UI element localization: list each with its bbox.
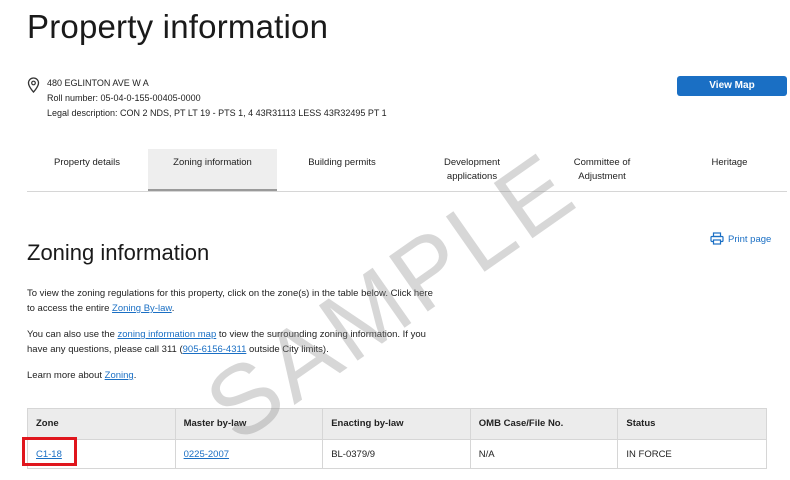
section-heading: Zoning information [27, 240, 210, 265]
tab-label: Zoning information [173, 157, 252, 168]
tab-development-applications[interactable]: Development applications [407, 149, 537, 191]
text: to access the entire [27, 303, 113, 314]
tab-label: Property details [53, 157, 120, 168]
property-summary: 480 EGLINTON AVE W A Roll number: 05-04-… [27, 76, 387, 121]
zoning-map-link[interactable]: zoning information map [118, 329, 217, 340]
legal-description: Legal description: CON 2 NDS, PT LT 19 -… [47, 108, 387, 118]
text: You can also use the [27, 329, 118, 340]
page-title: Property information [27, 8, 329, 45]
zoning-learn-link[interactable]: Zoning [105, 370, 134, 381]
tab-label: Development [444, 157, 500, 168]
column-header-zone: Zone [28, 409, 176, 439]
print-page-link[interactable]: Print page [710, 232, 771, 245]
text: Learn more about [27, 370, 105, 381]
text: outside City limits). [246, 344, 329, 355]
tab-label: Committee of [573, 157, 631, 168]
column-header-enacting-bylaw: Enacting by-law [323, 409, 471, 439]
tab-property-details[interactable]: Property details [27, 149, 147, 191]
intro-paragraph: To view the zoning regulations for this … [27, 286, 433, 316]
tab-bar: Property details Zoning information Buil… [27, 149, 787, 192]
table-header-row: Zone Master by-law Enacting by-law OMB C… [28, 409, 766, 439]
tab-label: applications [446, 171, 498, 182]
tab-building-permits[interactable]: Building permits [277, 149, 407, 191]
map-paragraph: You can also use the zoning information … [27, 327, 426, 357]
location-pin-icon [27, 77, 40, 93]
learn-more-paragraph: Learn more about Zoning. [27, 368, 136, 383]
zone-link[interactable]: C1-18 [36, 449, 62, 460]
roll-number: Roll number: 05-04-0-155-00405-0000 [47, 93, 201, 103]
enacting-bylaw-cell: BL-0379/9 [323, 440, 471, 468]
master-bylaw-link[interactable]: 0225-2007 [184, 449, 229, 460]
tab-label: Adjustment [578, 171, 626, 182]
print-page-label: Print page [728, 234, 772, 245]
tab-label: Heritage [711, 157, 748, 168]
column-header-master-bylaw: Master by-law [176, 409, 324, 439]
tab-committee-of-adjustment[interactable]: Committee of Adjustment [537, 149, 667, 191]
tab-label: Building permits [308, 157, 376, 168]
phone-link[interactable]: 905-6156-4311 [183, 344, 247, 355]
omb-case-cell: N/A [471, 440, 619, 468]
master-bylaw-cell: 0225-2007 [176, 440, 324, 468]
view-map-button[interactable]: View Map [677, 76, 787, 96]
text: To view the zoning regulations for this … [27, 288, 433, 299]
zoning-table: Zone Master by-law Enacting by-law OMB C… [27, 408, 767, 469]
zone-cell: C1-18 [28, 440, 176, 468]
table-row: C1-18 0225-2007 BL-0379/9 N/A IN FORCE [28, 439, 766, 468]
text: to view the surrounding zoning informati… [216, 329, 426, 340]
text: have any questions, please call 311 ( [27, 344, 183, 355]
printer-icon [710, 232, 724, 245]
property-address: 480 EGLINTON AVE W A [47, 78, 149, 88]
status-cell: IN FORCE [626, 449, 672, 460]
zoning-bylaw-link[interactable]: Zoning By-law [112, 303, 172, 314]
tab-heritage[interactable]: Heritage [667, 149, 790, 191]
column-header-omb-case: OMB Case/File No. [471, 409, 619, 439]
tab-zoning-information[interactable]: Zoning information [148, 149, 277, 191]
text: . [171, 303, 175, 314]
text: . [133, 370, 137, 381]
column-header-status: Status [626, 418, 656, 429]
